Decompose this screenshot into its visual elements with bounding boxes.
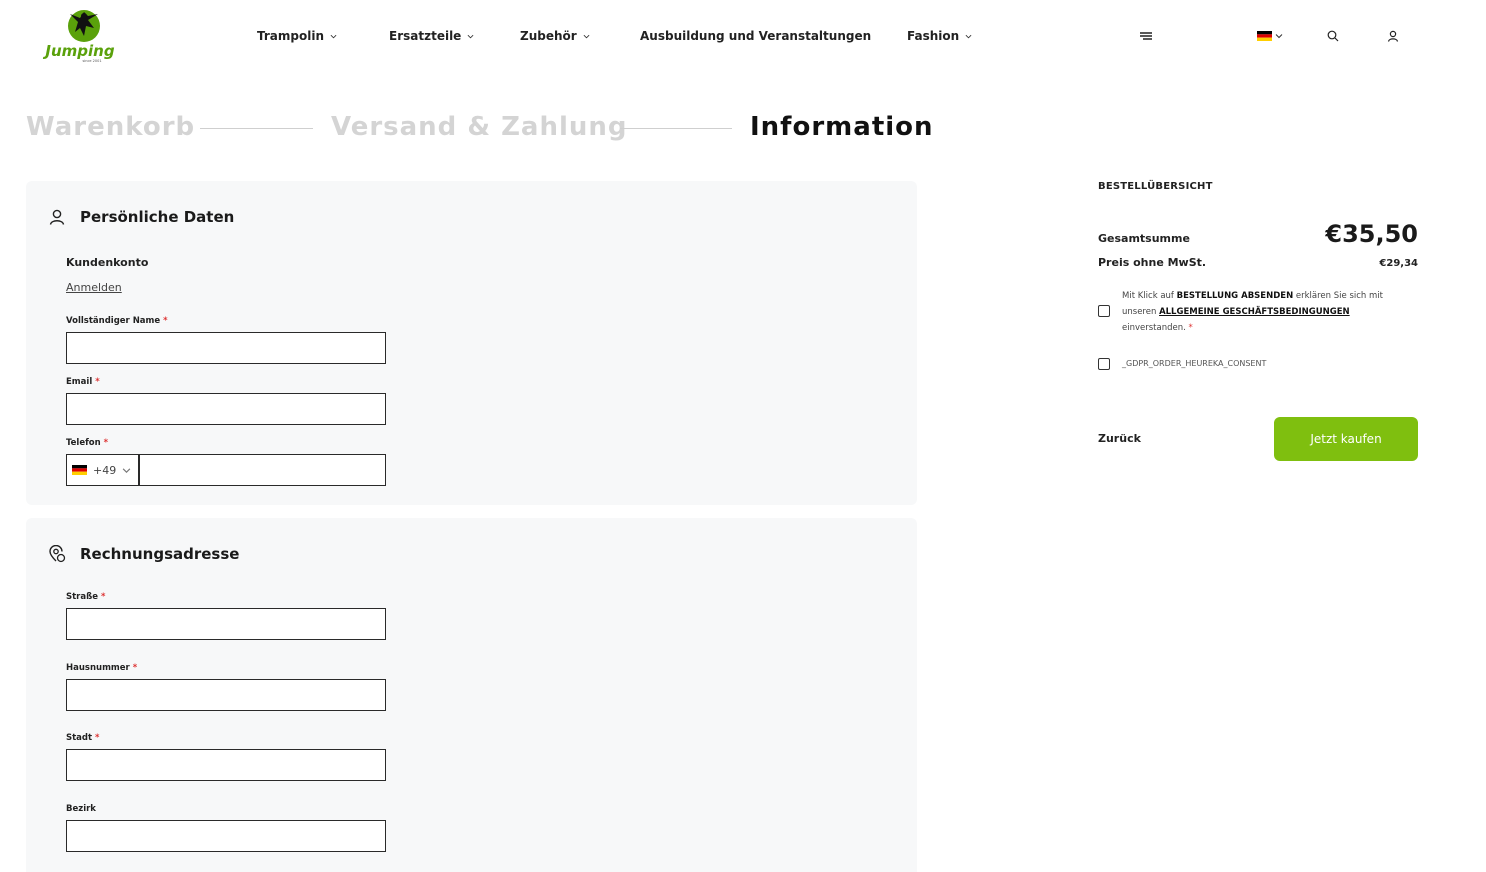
- language-selector[interactable]: [1254, 26, 1286, 46]
- city-label: Stadt *: [66, 733, 100, 743]
- chevron-down-icon: [122, 467, 131, 473]
- order-summary-title: BESTELLÜBERSICHT: [1098, 181, 1213, 192]
- nav-item-ausbildung[interactable]: Ausbuildung und Veranstaltungen: [640, 29, 871, 43]
- login-link[interactable]: Anmelden: [66, 281, 122, 294]
- site-header: Jumping since 2001 Trampolin Ersatzteile…: [0, 0, 1486, 75]
- full-name-label: Vollständiger Name *: [66, 316, 168, 326]
- terms-checkbox[interactable]: [1098, 305, 1110, 317]
- billing-address-title: Rechnungsadresse: [80, 545, 240, 563]
- chevron-down-icon: [965, 34, 972, 38]
- buy-now-button[interactable]: Jetzt kaufen: [1274, 417, 1418, 461]
- gdpr-consent-label: _GDPR_ORDER_HEUREKA_CONSENT: [1122, 359, 1267, 368]
- net-price-row: Preis ohne MwSt. €29,34: [1098, 256, 1418, 269]
- city-input[interactable]: [66, 749, 386, 781]
- street-label: Straße *: [66, 592, 106, 602]
- step-divider: [200, 128, 313, 129]
- personal-data-title: Persönliche Daten: [80, 208, 235, 226]
- flag-de-icon: [1257, 31, 1272, 41]
- email-input[interactable]: [66, 393, 386, 425]
- phone-label: Telefon *: [66, 438, 109, 448]
- full-name-input[interactable]: [66, 332, 386, 364]
- net-price-value: €29,34: [1379, 258, 1418, 269]
- phone-country-select[interactable]: +49: [66, 454, 139, 486]
- district-label: Bezirk: [66, 804, 96, 814]
- district-input[interactable]: [66, 820, 386, 852]
- step-information: Information: [750, 112, 934, 142]
- gdpr-consent-checkbox[interactable]: [1098, 358, 1110, 370]
- flag-de-icon: [72, 465, 87, 475]
- terms-text: Mit Klick auf BESTELLUNG ABSENDEN erklär…: [1122, 291, 1383, 333]
- total-label: Gesamtsumme: [1098, 232, 1190, 245]
- email-label: Email *: [66, 377, 100, 387]
- nav-item-trampolin[interactable]: Trampolin: [257, 29, 337, 43]
- step-warenkorb[interactable]: Warenkorb: [26, 112, 195, 142]
- total-value: €35,50: [1325, 220, 1418, 248]
- user-icon: [49, 209, 65, 225]
- customer-account-label: Kundenkonto: [66, 256, 149, 269]
- menu-icon[interactable]: [1136, 26, 1156, 46]
- house-number-input[interactable]: [66, 679, 386, 711]
- chevron-down-icon: [467, 34, 474, 38]
- user-icon[interactable]: [1383, 26, 1403, 46]
- phone-country-code: +49: [93, 463, 117, 477]
- location-pin-icon: [49, 545, 66, 563]
- svg-text:since 2001: since 2001: [82, 59, 101, 63]
- chevron-down-icon: [1275, 34, 1283, 39]
- chevron-down-icon: [330, 34, 337, 38]
- nav-item-ersatzteile[interactable]: Ersatzteile: [389, 29, 474, 43]
- back-link[interactable]: Zurück: [1098, 432, 1141, 445]
- terms-link[interactable]: ALLGEMEINE GESCHÄFTSBEDINGUNGEN: [1159, 307, 1350, 317]
- nav-item-zubehoer[interactable]: Zubehör: [520, 29, 590, 43]
- jumping-logo[interactable]: Jumping since 2001: [36, 6, 124, 64]
- logo-wordmark: Jumping: [42, 42, 114, 60]
- phone-input[interactable]: [139, 454, 386, 486]
- total-row: Gesamtsumme €35,50: [1098, 220, 1418, 248]
- net-price-label: Preis ohne MwSt.: [1098, 256, 1207, 269]
- step-versand-zahlung[interactable]: Versand & Zahlung: [331, 112, 628, 142]
- street-input[interactable]: [66, 608, 386, 640]
- nav-item-fashion[interactable]: Fashion: [907, 29, 972, 43]
- house-number-label: Hausnummer *: [66, 663, 138, 673]
- step-divider: [620, 128, 732, 129]
- chevron-down-icon: [583, 34, 590, 38]
- search-icon[interactable]: [1323, 26, 1343, 46]
